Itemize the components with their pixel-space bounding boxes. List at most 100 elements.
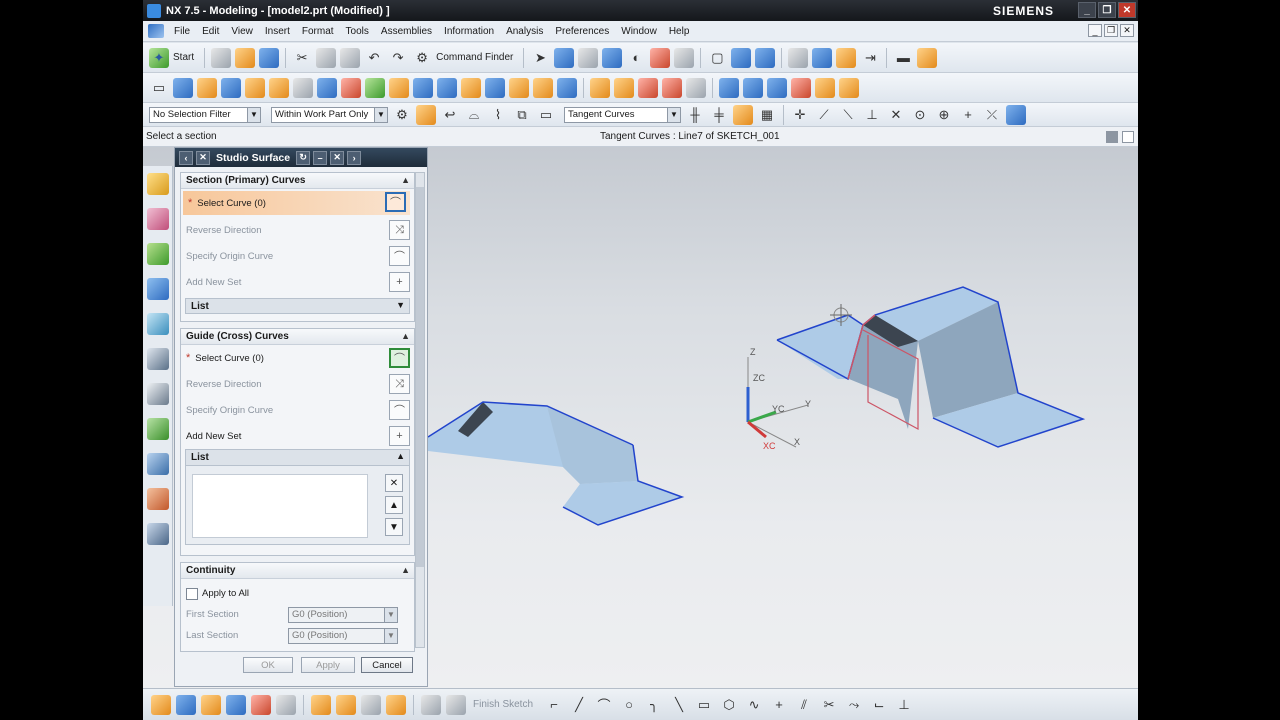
save-icon[interactable] <box>259 47 280 68</box>
system-materials-icon[interactable] <box>147 383 169 405</box>
chevron-up-icon[interactable]: ▲ <box>396 451 405 461</box>
command-finder-label[interactable]: Command Finder <box>436 52 513 63</box>
constraint-navigator-icon[interactable] <box>147 208 169 230</box>
guide-list-header[interactable]: List ▲ <box>186 450 409 466</box>
trim-icon[interactable]: ✂ <box>819 695 839 715</box>
section-view-icon[interactable] <box>650 47 671 68</box>
doc-close-button[interactable]: ✕ <box>1120 24 1134 37</box>
select-all-icon[interactable] <box>416 104 436 125</box>
curve-pick-icon[interactable]: ↩ <box>440 105 460 125</box>
snap-point-icon[interactable]: ✛ <box>790 105 810 125</box>
shell-icon[interactable] <box>461 77 481 98</box>
rectangle-select-icon[interactable]: ▭ <box>536 105 556 125</box>
pad-icon[interactable] <box>317 77 337 98</box>
copy-object-icon[interactable] <box>336 694 356 715</box>
filter-arrow-icon[interactable]: ⇥ <box>860 48 880 68</box>
layer-settings-icon[interactable] <box>201 694 221 715</box>
roles-icon[interactable] <box>147 488 169 510</box>
menu-information[interactable]: Information <box>438 26 500 37</box>
show-icon[interactable] <box>386 694 406 715</box>
polygon-icon[interactable]: ⬡ <box>719 695 739 715</box>
corner-icon[interactable]: ⌙ <box>869 695 889 715</box>
left-surface-wall[interactable] <box>547 406 638 484</box>
chevron-right-icon[interactable]: › <box>347 150 362 165</box>
sketch-icon[interactable] <box>421 694 441 715</box>
control-point-icon[interactable]: ⊥ <box>862 105 882 125</box>
clipping-icon[interactable] <box>251 694 271 715</box>
chevron-left-icon[interactable]: ‹ <box>179 150 193 165</box>
section-list-collapsed[interactable]: List ▼ <box>185 298 410 314</box>
offset-region-icon[interactable] <box>614 77 634 98</box>
offset-curve-icon[interactable]: ⫽ <box>794 695 814 715</box>
intersection-point-icon[interactable]: ✕ <box>886 105 906 125</box>
apply-button[interactable]: Apply <box>301 657 355 673</box>
unite-icon[interactable] <box>341 77 361 98</box>
hide-icon[interactable] <box>361 694 381 715</box>
trim-body-icon[interactable] <box>509 77 529 98</box>
analysis-icon[interactable] <box>812 47 833 68</box>
chevron-up-icon[interactable]: ▲ <box>401 175 410 185</box>
extend-icon[interactable]: ⤳ <box>844 695 864 715</box>
mid-point-icon[interactable]: ⟍ <box>838 105 858 125</box>
subtract-icon[interactable] <box>365 77 385 98</box>
menu-tools[interactable]: Tools <box>340 26 375 37</box>
sync-move-icon[interactable] <box>590 77 610 98</box>
datum-plane-icon[interactable] <box>293 77 313 98</box>
menu-edit[interactable]: Edit <box>196 26 225 37</box>
section-select-curve-row[interactable]: * Select Curve (0) ⌒ <box>183 191 410 215</box>
continuity-group-header[interactable]: Continuity ▲ <box>181 563 414 579</box>
move-up-icon[interactable]: ▲ <box>385 496 403 514</box>
display-mode-icon[interactable] <box>176 694 196 715</box>
shading-icon[interactable]: ◐ <box>626 48 646 68</box>
chevron-down-icon[interactable]: ▼ <box>396 300 405 310</box>
start-menu-label[interactable]: Start <box>173 52 194 63</box>
hd3d-tools-icon[interactable] <box>147 313 169 335</box>
open-file-icon[interactable] <box>235 47 256 68</box>
nx-menu-icon[interactable] <box>148 24 164 38</box>
reverse-direction-icon[interactable]: ⤨ <box>389 374 410 394</box>
chamfer-sketch-icon[interactable]: ╲ <box>669 695 689 715</box>
copy-icon[interactable] <box>316 47 337 68</box>
guide-select-curve-row[interactable]: * Select Curve (0) ⌒ <box>181 345 414 371</box>
view-orient-icon[interactable] <box>151 694 171 715</box>
select-curve-icon[interactable]: ⌒ <box>389 348 410 368</box>
rotate-view-icon[interactable] <box>578 47 599 68</box>
undo-icon[interactable]: ↶ <box>364 48 384 68</box>
finish-sketch-label[interactable]: Finish Sketch <box>473 699 533 710</box>
rectangle-icon[interactable]: ▭ <box>694 695 714 715</box>
chamfer-icon[interactable] <box>437 77 457 98</box>
paste-icon[interactable] <box>340 47 361 68</box>
reset-icon[interactable]: ↻ <box>296 150 311 165</box>
manufacturing-wizards-icon[interactable] <box>147 453 169 475</box>
guide-group-header[interactable]: Guide (Cross) Curves ▲ <box>181 329 414 345</box>
selection-filter-dropdown[interactable]: No Selection Filter ▼ <box>149 106 261 123</box>
remove-item-icon[interactable]: ✕ <box>385 474 403 492</box>
minimize-button[interactable]: _ <box>1078 2 1096 18</box>
fillet-icon[interactable]: ╮ <box>644 695 664 715</box>
arc-icon[interactable]: ⌒ <box>594 695 614 715</box>
reuse-library-icon[interactable] <box>147 278 169 300</box>
origin-curve-icon[interactable]: ⌒ <box>389 246 410 266</box>
chevron-up-icon[interactable]: ▲ <box>401 331 410 341</box>
line-icon[interactable]: ╱ <box>569 695 589 715</box>
intersect-icon[interactable] <box>389 77 409 98</box>
quadrant-point-icon[interactable]: ⊕ <box>934 105 954 125</box>
add-new-set-icon[interactable]: + <box>389 272 410 292</box>
menu-assemblies[interactable]: Assemblies <box>375 26 438 37</box>
circle-icon[interactable]: ○ <box>619 695 639 715</box>
command-finder-icon[interactable]: ⚙ <box>412 48 432 68</box>
component-pick-icon[interactable]: ⧉ <box>512 105 532 125</box>
draft-icon[interactable] <box>917 47 938 68</box>
measure-icon[interactable] <box>788 47 809 68</box>
ruler-icon[interactable]: ▬ <box>893 48 913 68</box>
add-new-set-icon[interactable]: + <box>389 426 410 446</box>
revolve-icon[interactable] <box>197 77 217 98</box>
pocket-icon[interactable] <box>269 77 289 98</box>
history-icon[interactable] <box>147 348 169 370</box>
selection-scope-dropdown[interactable]: Within Work Part Only ▼ <box>271 106 388 123</box>
menu-insert[interactable]: Insert <box>259 26 296 37</box>
menu-help[interactable]: Help <box>663 26 696 37</box>
menu-window[interactable]: Window <box>615 26 663 37</box>
model-view[interactable]: Z ZC Y YC X XC <box>428 147 1138 688</box>
select-pointer-icon[interactable]: ➤ <box>530 48 550 68</box>
